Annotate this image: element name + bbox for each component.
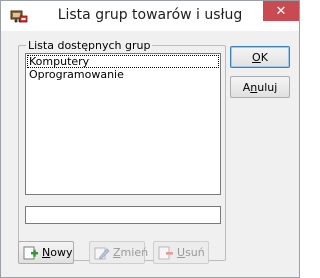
- edit-icon: [94, 245, 110, 261]
- close-icon: ✕: [275, 3, 287, 19]
- ok-button[interactable]: OK: [230, 46, 290, 68]
- edit-button[interactable]: Zmień: [89, 241, 148, 264]
- new-button-mnemonic: N: [42, 246, 51, 259]
- list-item[interactable]: Komputery: [27, 55, 219, 68]
- edit-button-label: mień: [120, 246, 149, 259]
- dialog-window: Lista grup towarów i usług ✕ Lista dostę…: [0, 0, 300, 278]
- list-item[interactable]: Oprogramowanie: [26, 68, 220, 81]
- ok-button-label: K: [260, 50, 268, 64]
- title-bar[interactable]: Lista grup towarów i usług ✕: [1, 1, 299, 31]
- groups-groupbox-label: Lista dostępnych grup: [26, 39, 153, 52]
- delete-button-label: suń: [185, 246, 205, 259]
- delete-icon: [158, 245, 174, 261]
- delete-button[interactable]: Usuń: [153, 241, 209, 264]
- delete-button-mnemonic: U: [177, 246, 186, 259]
- cancel-button-mnemonic: n: [250, 80, 258, 94]
- cancel-button[interactable]: An uluj: [230, 76, 290, 98]
- new-button[interactable]: Nowy: [18, 241, 74, 264]
- groups-listbox[interactable]: Komputery Oprogramowanie: [25, 53, 221, 195]
- add-icon: [23, 245, 39, 261]
- cancel-button-label-start: A: [242, 80, 251, 94]
- cancel-button-label: uluj: [257, 80, 278, 94]
- close-button[interactable]: ✕: [263, 1, 299, 21]
- ok-button-mnemonic: O: [252, 50, 261, 64]
- group-name-input[interactable]: [25, 206, 221, 224]
- dialog-client-area: Lista dostępnych grup Komputery Oprogram…: [8, 31, 292, 271]
- new-button-label: owy: [50, 246, 73, 259]
- edit-button-mnemonic: Z: [113, 246, 121, 259]
- window-title: Lista grup towarów i usług: [57, 7, 243, 23]
